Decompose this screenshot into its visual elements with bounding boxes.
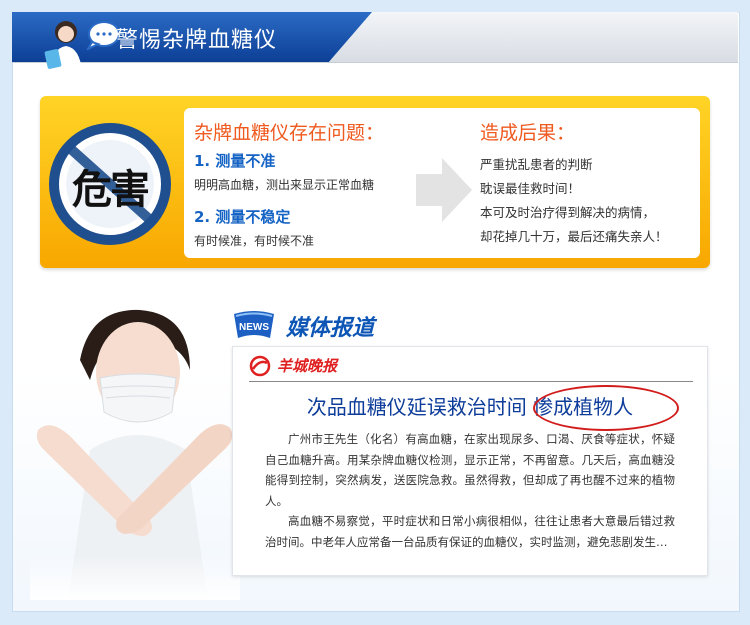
newspaper-logo-icon: [249, 355, 271, 377]
newspaper-name: 羊城晚报: [277, 357, 338, 375]
news-badge-label: NEWS: [239, 322, 269, 333]
issue-heading: 1. 测量不准: [194, 152, 276, 170]
consequences-title: 造成后果：: [480, 122, 576, 144]
arrow-right-icon: [416, 158, 472, 222]
consequence-line: 严重扰乱患者的判断: [480, 157, 593, 172]
page-title: 警惕杂牌血糖仪: [116, 28, 278, 53]
issue-heading: 2. 测量不稳定: [194, 208, 291, 226]
news-badge-icon: NEWS: [234, 311, 274, 338]
consequence-line: 耽误最佳救时间！: [480, 181, 581, 196]
article-paragraph: 高血糖不易察觉，平时症状和日常小病很相似，往往让患者大意最后错过救治时间。中老年…: [265, 514, 675, 549]
highlight-circle: [533, 385, 679, 431]
news-article-card: 羊城晚报 次品血糖仪延误救治时间 惨成植物人 广州市王先生（化名）有高血糖，在家…: [232, 346, 708, 576]
consequence-line: 却花掉几十万，最后还痛失亲人！: [480, 229, 668, 244]
media-section-title: 媒体报道: [286, 316, 375, 341]
article-body: 广州市王先生（化名）有高血糖，在家出现尿多、口渴、厌食等症状，怀疑自己血糖升高。…: [265, 429, 675, 552]
issue-description: 有时候准，有时候不准: [194, 234, 315, 248]
warning-panel: 危害 杂牌血糖仪存在问题： 1. 测量不准 明明高血糖，测出来显示正常血糖 2.…: [40, 96, 710, 268]
speech-bubble-icon: [86, 21, 120, 50]
issues-title: 杂牌血糖仪存在问题：: [194, 122, 385, 144]
consequence-line: 本可及时治疗得到解决的病情，: [480, 205, 656, 220]
issue-description: 明明高血糖，测出来显示正常血糖: [194, 178, 375, 192]
divider: [249, 381, 693, 382]
masked-woman-image: [30, 300, 240, 600]
article-paragraph: 广州市王先生（化名）有高血糖，在家出现尿多、口渴、厌食等症状，怀疑自己血糖升高。…: [265, 432, 675, 508]
danger-label: 危害: [72, 166, 150, 213]
header-bar: 警惕杂牌血糖仪: [12, 12, 738, 72]
